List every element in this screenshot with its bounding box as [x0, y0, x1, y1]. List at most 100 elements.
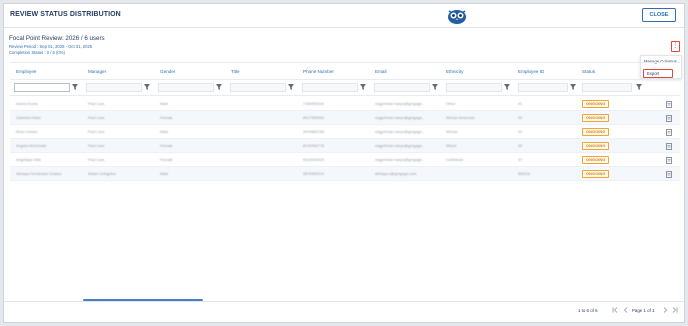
filter-icon[interactable]: [288, 84, 294, 90]
cell-gender: Male: [160, 102, 169, 106]
cell-employee-id: 37: [518, 158, 523, 162]
cell-phone: 8017555953: [303, 116, 325, 120]
horizontal-scroll-track[interactable]: [4, 301, 684, 302]
status-badge: ONGOING: [582, 156, 610, 164]
cell-ethnicity: African American: [446, 116, 475, 120]
cell-employee: Angela McDonald: [16, 144, 46, 148]
filter-input-manager[interactable]: [86, 83, 142, 92]
completion-status: Completion Status : 0 / 6 (0%): [9, 50, 65, 55]
filter-input-ethnicity[interactable]: [446, 83, 502, 92]
cell-employee: Brian Howes: [16, 130, 38, 134]
cell-employee: Angelique Ellis: [16, 158, 41, 162]
cell-ethnicity: Mixed: [446, 144, 457, 148]
review-period: Review Period : Sep 01, 2025 - Oct 31, 2…: [9, 44, 93, 49]
filter-input-email[interactable]: [374, 83, 430, 92]
table-row[interactable]: Angela McDonald Paul Lara Female 8142052…: [10, 139, 680, 153]
document-icon[interactable]: [666, 143, 672, 150]
cell-phone: 9044883765: [303, 130, 325, 134]
document-icon[interactable]: [666, 157, 672, 164]
document-icon[interactable]: [666, 171, 672, 178]
cell-phone: 7284555034: [303, 102, 325, 106]
cell-email: abhaya.o@gmgage.com: [375, 172, 417, 176]
cell-gender: Female: [160, 158, 173, 162]
cell-ethnicity: African: [446, 130, 458, 134]
status-badge: ONGOING: [582, 142, 610, 150]
filter-icon[interactable]: [72, 84, 78, 90]
col-header-gender[interactable]: Gender: [160, 69, 175, 74]
col-header-manager[interactable]: Manager: [88, 69, 106, 74]
cell-email: nagprimas+zaryo@gmgage...: [375, 102, 425, 106]
table-row[interactable]: Abhaya Fernandes Ooates Aidan Livingston…: [10, 167, 680, 181]
modal-header: REVIEW STATUS DISTRIBUTION CLOSE: [4, 4, 684, 28]
pagination-range: 1 to 6 of 6: [578, 308, 598, 313]
cell-manager: Paul Lara: [88, 102, 105, 106]
pagination-page: Page 1 of 1: [632, 308, 655, 313]
table-row[interactable]: Debra Evans Paul Lara Male 7284555034 na…: [10, 97, 680, 111]
filter-input-status[interactable]: [582, 83, 632, 92]
cell-email: nagprimas+zaryo@gmgage...: [375, 158, 425, 162]
cell-manager: Paul Lara: [88, 130, 105, 134]
col-header-employee-id[interactable]: Employee ID: [518, 69, 544, 74]
col-header-ethnicity[interactable]: Ethnicity: [446, 69, 463, 74]
cell-employee-id: 850211: [518, 172, 531, 176]
first-page-icon[interactable]: [612, 307, 619, 313]
previous-page-icon[interactable]: [623, 307, 629, 313]
filter-icon[interactable]: [432, 84, 438, 90]
cell-gender: Female: [160, 144, 173, 148]
cell-ethnicity: Caribbean: [446, 158, 464, 162]
cell-employee-id: 41: [518, 102, 523, 106]
cell-employee-id: 39: [518, 144, 523, 148]
cell-gender: Male: [160, 130, 169, 134]
cell-employee-id: 42: [518, 130, 523, 134]
next-page-icon[interactable]: [662, 307, 668, 313]
cell-phone: 8142052778: [303, 144, 325, 148]
cell-employee: Gabriela Hicks: [16, 116, 41, 120]
cell-manager: Paul Lara: [88, 144, 105, 148]
document-icon[interactable]: [666, 129, 672, 136]
cell-email: nagprimas+zaryo@gmgage...: [375, 116, 425, 120]
status-badge: ONGOING: [582, 114, 610, 122]
close-button[interactable]: CLOSE: [642, 8, 676, 22]
modal-title: REVIEW STATUS DISTRIBUTION: [10, 11, 121, 18]
table-row[interactable]: Gabriela Hicks Paul Lara Female 80175559…: [10, 111, 680, 125]
table-row[interactable]: Brian Howes Paul Lara Male 9044883765 na…: [10, 125, 680, 139]
cell-phone: 9870492024: [303, 172, 325, 176]
filter-input-title[interactable]: [230, 83, 286, 92]
horizontal-scrollbar[interactable]: [83, 299, 203, 301]
status-badge: ONGOING: [582, 100, 610, 108]
filter-input-employee-id[interactable]: [518, 83, 568, 92]
table-row[interactable]: Angelique Ellis Paul Lara Female 6318930…: [10, 153, 680, 167]
col-header-status[interactable]: Status: [582, 69, 595, 74]
filter-icon[interactable]: [504, 84, 510, 90]
col-header-employee[interactable]: Employee: [16, 69, 36, 74]
more-options-button[interactable]: ⋮: [671, 41, 680, 52]
document-icon[interactable]: [666, 115, 672, 122]
table-header: Employee Manager Gender Title Phone Numb…: [10, 62, 680, 80]
cell-manager: Paul Lara: [88, 158, 105, 162]
owl-logo-icon: [448, 10, 466, 24]
cell-ethnicity: Other: [446, 102, 456, 106]
filter-input-gender[interactable]: [158, 83, 214, 92]
cell-email: nagprimas+zaryo@gmgage...: [375, 144, 425, 148]
review-heading: Focal Point Review: 2026 / 6 users: [9, 35, 105, 42]
cell-employee-id: 40: [518, 116, 523, 120]
cell-employee: Abhaya Fernandes Ooates: [16, 172, 62, 176]
last-page-icon[interactable]: [671, 307, 678, 313]
cell-manager: Aidan Livingston: [88, 172, 116, 176]
cell-manager: Paul Lara: [88, 116, 105, 120]
col-header-phone[interactable]: Phone Number: [303, 69, 334, 74]
filter-input-employee[interactable]: [14, 83, 70, 92]
filter-icon[interactable]: [636, 84, 642, 90]
document-icon[interactable]: [666, 101, 672, 108]
col-header-title[interactable]: Title: [231, 69, 240, 74]
filter-icon[interactable]: [360, 84, 366, 90]
status-badge: ONGOING: [582, 128, 610, 136]
filter-icon[interactable]: [216, 84, 222, 90]
modal-dialog: REVIEW STATUS DISTRIBUTION CLOSE Focal P…: [3, 3, 685, 323]
filter-icon[interactable]: [570, 84, 576, 90]
filter-input-phone[interactable]: [302, 83, 358, 92]
col-header-email[interactable]: Email: [375, 69, 387, 74]
filter-icon[interactable]: [144, 84, 150, 90]
cell-email: nagprimas+zaryo@gmgage...: [375, 130, 425, 134]
cell-gender: Female: [160, 116, 173, 120]
